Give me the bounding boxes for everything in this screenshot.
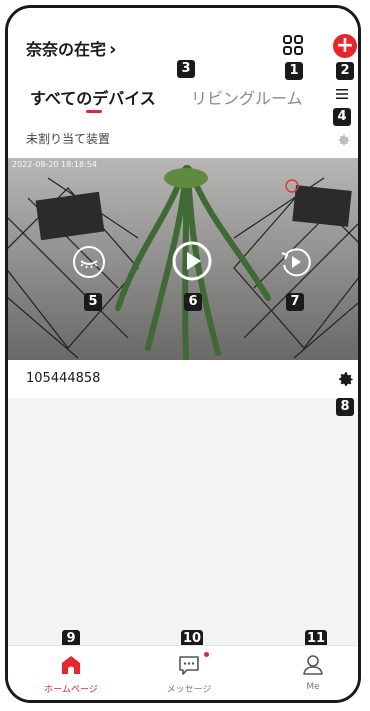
hide-eye-icon[interactable] xyxy=(72,245,106,279)
nav-home-label: ホームページ xyxy=(44,685,98,695)
badge-4: 4 xyxy=(333,108,351,126)
device-row[interactable]: 105444858 xyxy=(8,360,358,398)
chevron-right-icon: › xyxy=(109,39,117,60)
home-selector[interactable]: 奈奈の在宅 › xyxy=(26,36,116,60)
video-timestamp: 2022-08-20 18:18:54 xyxy=(12,160,97,169)
home-icon xyxy=(62,656,80,674)
badge-7: 7 xyxy=(286,293,304,311)
gear-icon[interactable] xyxy=(337,133,351,147)
bottom-nav: ホームページ メッセージ Me xyxy=(8,645,358,700)
device-name: 105444858 xyxy=(26,371,101,386)
playback-icon[interactable] xyxy=(278,245,312,279)
person-icon xyxy=(303,655,323,675)
badge-2: 2 xyxy=(336,62,354,80)
badge-8: 8 xyxy=(336,398,354,416)
message-icon xyxy=(179,656,199,675)
camera-preview[interactable]: 2022-08-20 18:18:54 5 6 7 xyxy=(8,158,358,360)
badge-3: 3 xyxy=(177,60,195,78)
header: 奈奈の在宅 › + 1 2 3 すべてのデバイス リビングルーム 4 未割り当て装… xyxy=(8,8,358,158)
active-tab-indicator xyxy=(86,110,102,113)
nav-messages-label: メッセージ xyxy=(166,685,212,695)
badge-1: 1 xyxy=(285,62,303,80)
badge-5: 5 xyxy=(84,293,102,311)
play-icon[interactable] xyxy=(172,241,212,281)
grid-view-icon[interactable] xyxy=(282,34,304,56)
unread-dot xyxy=(204,652,209,657)
nav-me-label: Me xyxy=(306,682,320,692)
phone-frame: 奈奈の在宅 › + 1 2 3 すべてのデバイス リビングルーム 4 未割り当て装… xyxy=(5,5,361,703)
device-settings-icon[interactable] xyxy=(337,370,355,388)
tab-all-devices[interactable]: すべてのデバイス xyxy=(30,85,156,109)
add-device-button[interactable]: + xyxy=(333,34,357,58)
nav-messages[interactable]: メッセージ xyxy=(149,646,229,700)
menu-icon[interactable] xyxy=(336,88,348,100)
badge-6: 6 xyxy=(184,293,202,311)
nav-home[interactable]: ホームページ xyxy=(31,646,111,700)
tab-living-room[interactable]: リビングルーム xyxy=(191,85,303,109)
home-title: 奈奈の在宅 xyxy=(26,40,107,59)
nav-me[interactable]: Me xyxy=(273,646,353,700)
section-label: 未割り当て装置 xyxy=(26,132,111,146)
